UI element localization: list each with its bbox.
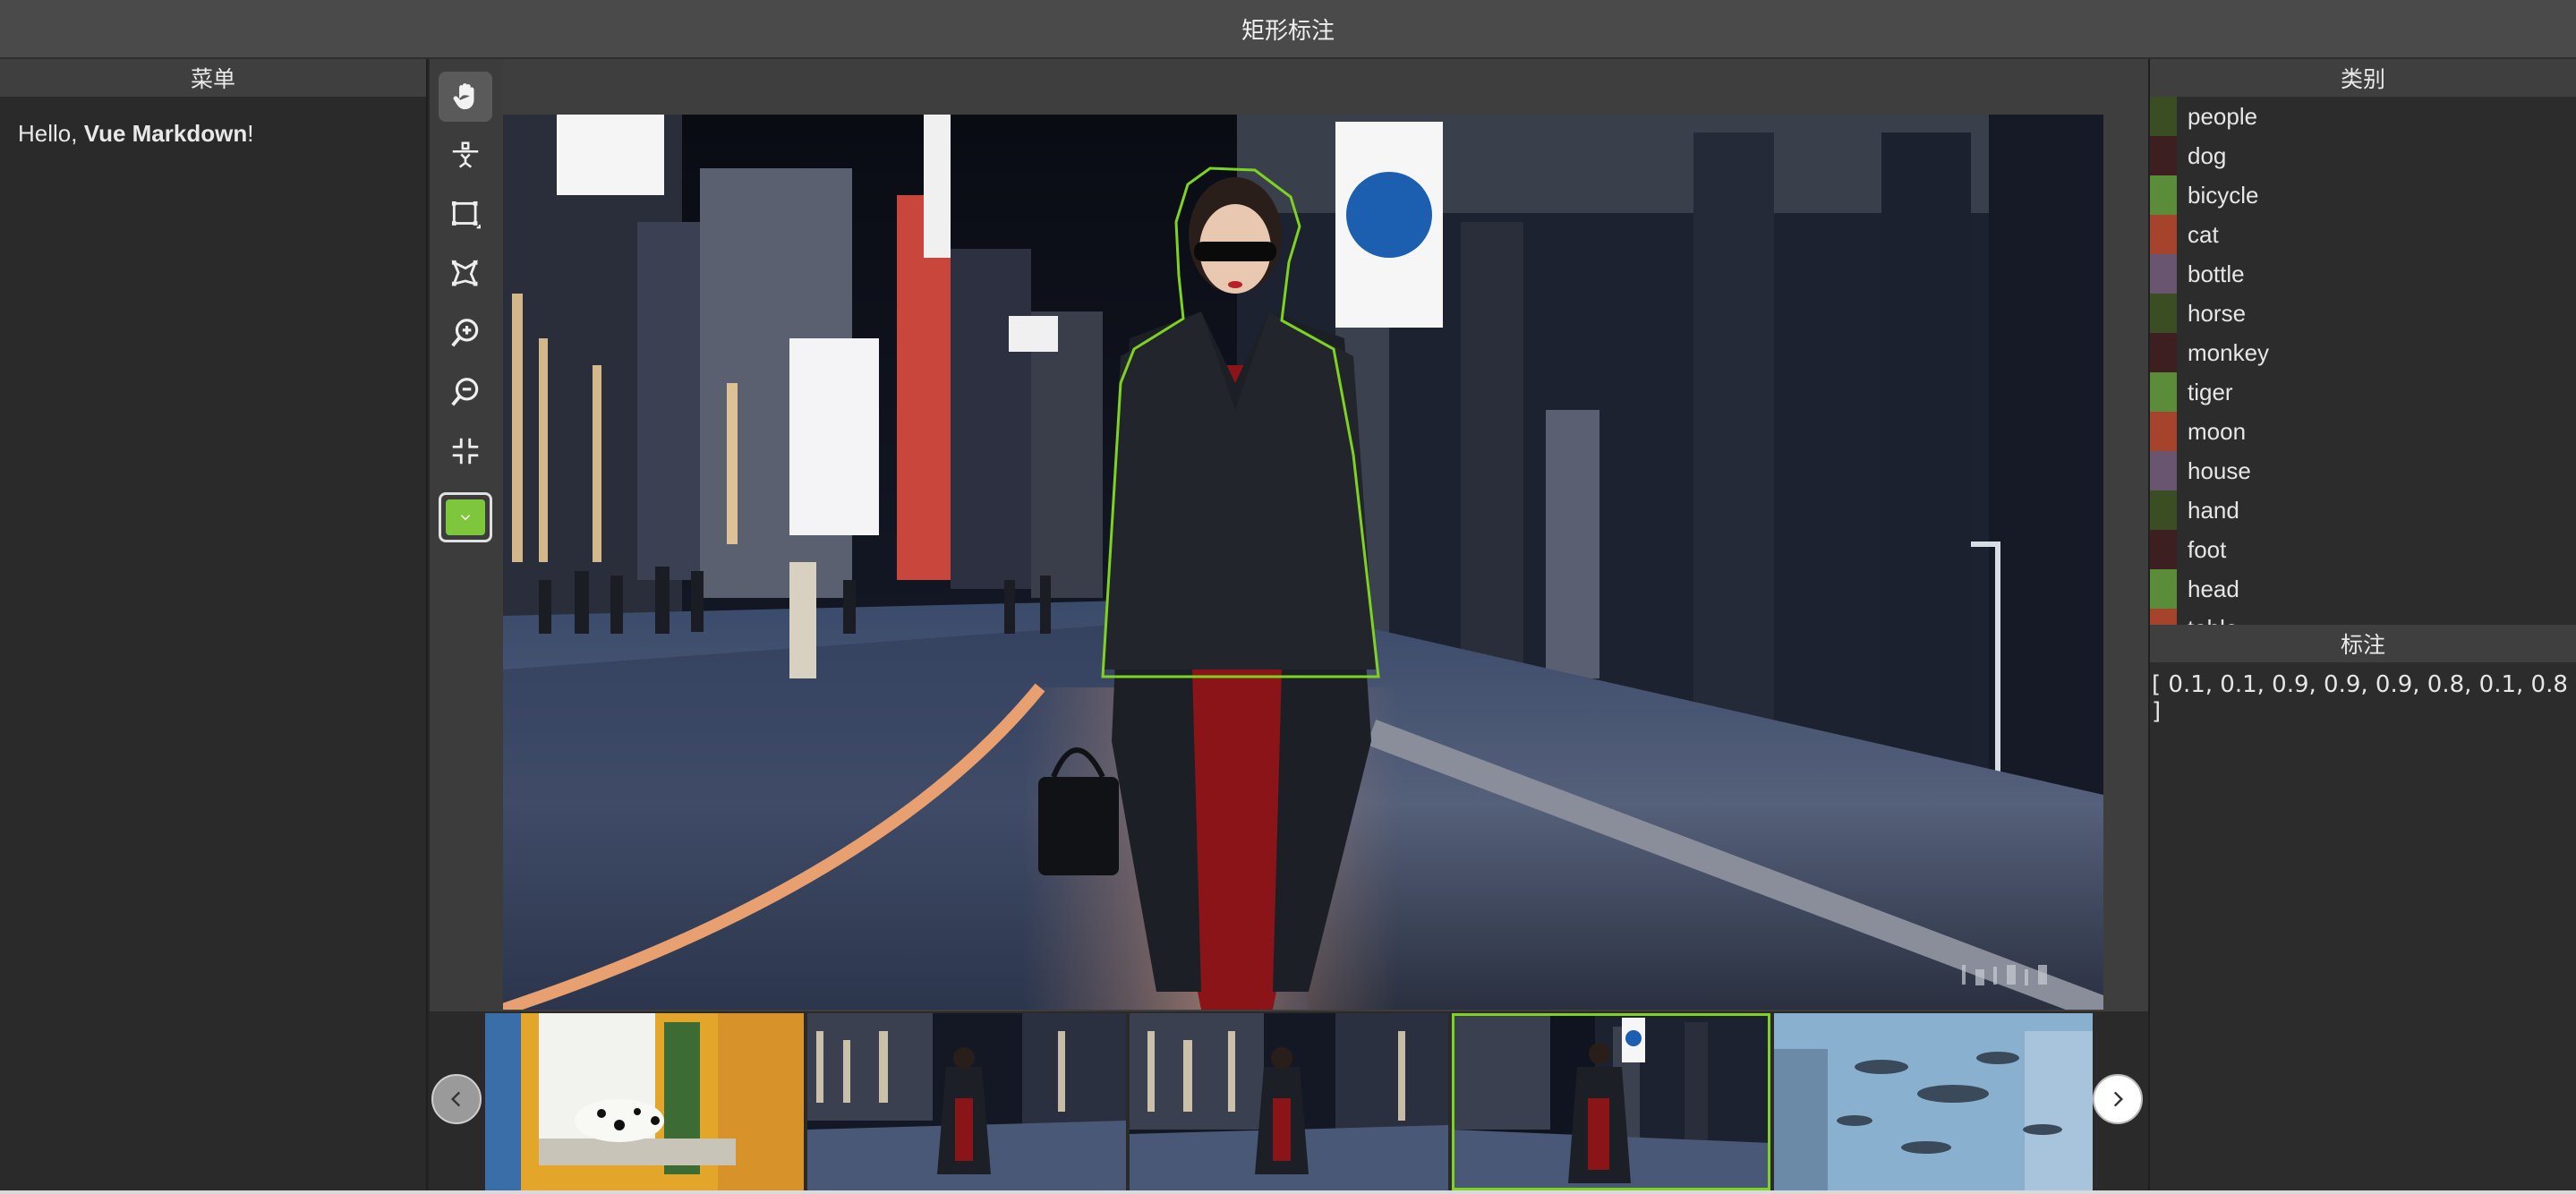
category-color-swatch (2150, 372, 2177, 412)
category-label: people (2188, 102, 2258, 130)
thumbnail-image (485, 1013, 804, 1190)
thumbnail-image (807, 1013, 1126, 1190)
category-item[interactable]: bottle (2150, 254, 2576, 294)
category-label: bicycle (2188, 181, 2259, 209)
category-label: monkey (2188, 338, 2270, 366)
point-select-icon (452, 141, 479, 168)
category-color-swatch (2150, 254, 2177, 294)
category-color-swatch (2150, 175, 2177, 215)
category-label: horse (2188, 299, 2247, 327)
category-panel: 类别 people dog bicycle cat bottle horse monkey t… (2148, 59, 2576, 1194)
color-picker-button[interactable] (439, 492, 492, 542)
category-label: dog (2188, 141, 2227, 169)
thumb-flying-fish[interactable] (1774, 1013, 2093, 1190)
category-color-swatch (2150, 490, 2177, 530)
category-color-swatch (2150, 451, 2177, 490)
category-item[interactable]: foot (2150, 530, 2576, 569)
category-label: moon (2188, 417, 2247, 445)
category-color-swatch (2150, 136, 2177, 175)
category-color-swatch (2150, 294, 2177, 333)
canvas-image[interactable] (503, 115, 2103, 1010)
category-list[interactable]: people dog bicycle cat bottle horse monkey tige… (2150, 97, 2576, 625)
rectangle-icon (451, 200, 481, 229)
thumb-street-3[interactable] (1452, 1013, 1770, 1190)
menu-panel: 菜单 Hello, Vue Markdown! (0, 59, 428, 1194)
category-item[interactable]: people (2150, 97, 2576, 136)
street-photo (503, 115, 2103, 1010)
category-label: house (2188, 456, 2251, 484)
fit-tool-button[interactable] (439, 426, 492, 476)
annotation-header: 标注 (2150, 625, 2576, 662)
point-tool-button[interactable] (439, 131, 492, 181)
menu-header: 菜单 (0, 59, 426, 97)
category-label: tiger (2188, 378, 2233, 405)
category-item[interactable]: cat (2150, 215, 2576, 254)
zoom-in-tool-button[interactable] (439, 308, 492, 358)
category-label: foot (2188, 535, 2227, 563)
thumb-dalmatian[interactable] (485, 1013, 804, 1190)
menu-content: Hello, Vue Markdown! (0, 97, 426, 171)
hand-icon (453, 83, 474, 110)
category-color-swatch (2150, 569, 2177, 609)
category-item[interactable]: hand (2150, 490, 2576, 530)
rect-tool-button[interactable] (439, 190, 492, 240)
category-color-swatch (2150, 215, 2177, 254)
thumbnail-image (1452, 1013, 1770, 1190)
thumbnail-image (1774, 1013, 2093, 1190)
category-item[interactable]: table (2150, 609, 2576, 625)
category-label: hand (2188, 496, 2239, 524)
category-item[interactable]: moon (2150, 412, 2576, 451)
polygon-icon (451, 260, 478, 286)
window-title: 矩形标注 (0, 0, 2576, 59)
annotation-value: [ 0.1, 0.1, 0.9, 0.9, 0.9, 0.8, 0.1, 0.8… (2152, 671, 2568, 725)
category-item[interactable]: tiger (2150, 372, 2576, 412)
thumb-street-2[interactable] (1130, 1013, 1448, 1190)
tool-bar (430, 59, 503, 1011)
category-label: table (2188, 615, 2238, 626)
category-item[interactable]: head (2150, 569, 2576, 609)
current-color-swatch (446, 499, 485, 535)
zoom-out-icon (451, 378, 479, 406)
category-color-swatch (2150, 97, 2177, 136)
category-label: bottle (2188, 260, 2245, 287)
category-item[interactable]: bicycle (2150, 175, 2576, 215)
chevron-left-icon (450, 1091, 461, 1107)
category-color-swatch (2150, 412, 2177, 451)
polygon-tool-button[interactable] (439, 249, 492, 299)
fit-screen-icon (452, 438, 479, 465)
category-item[interactable]: dog (2150, 136, 2576, 175)
bottom-edge (0, 1190, 2576, 1194)
thumb-street-1[interactable] (807, 1013, 1126, 1190)
annotation-canvas[interactable] (503, 59, 2148, 1011)
category-item[interactable]: monkey (2150, 333, 2576, 372)
pan-tool-button[interactable] (439, 72, 492, 122)
category-item[interactable]: horse (2150, 294, 2576, 333)
category-label: cat (2188, 220, 2219, 248)
thumbnail-strip (430, 1011, 2148, 1194)
category-label: head (2188, 575, 2239, 602)
category-item[interactable]: house (2150, 451, 2576, 490)
category-header: 类别 (2150, 59, 2576, 97)
zoom-in-icon (451, 319, 479, 347)
prev-image-button[interactable] (431, 1074, 482, 1124)
zoom-out-tool-button[interactable] (439, 367, 492, 417)
category-color-swatch (2150, 333, 2177, 372)
category-color-swatch (2150, 530, 2177, 569)
category-color-swatch (2150, 609, 2177, 625)
menu-text-bold: Vue Markdown (83, 120, 248, 147)
next-image-button[interactable] (2093, 1074, 2143, 1124)
chevron-right-icon (2113, 1091, 2124, 1107)
menu-text-suffix: ! (247, 120, 254, 147)
menu-text-prefix: Hello, (18, 120, 84, 147)
thumbnail-image (1130, 1013, 1448, 1190)
chevron-down-icon (460, 515, 471, 521)
